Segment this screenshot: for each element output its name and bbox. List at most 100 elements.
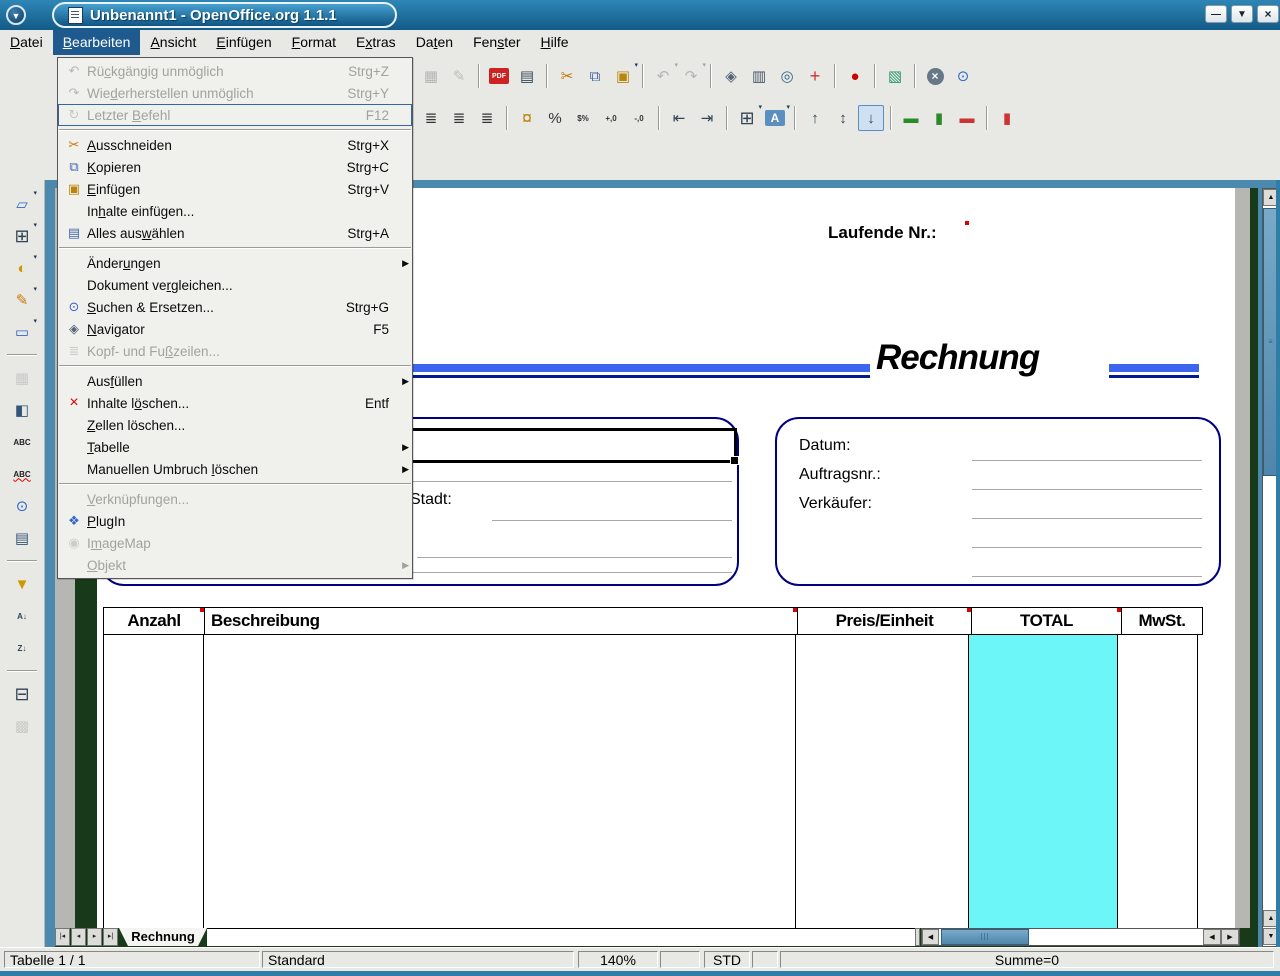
insert-graphics-icon[interactable]: ▧ xyxy=(882,63,908,89)
menu-daten[interactable]: Daten xyxy=(406,30,463,55)
save-icon[interactable]: ▦ xyxy=(418,63,444,89)
menu-item-nderungen[interactable]: Änderungen▶ xyxy=(58,252,412,274)
status-zoom-level[interactable]: 140% xyxy=(578,951,658,968)
menu-fenster[interactable]: Fenster xyxy=(463,30,530,55)
menu-item-suchen-ersetzen[interactable]: ⊙Suchen & Ersetzen...Strg+G xyxy=(58,296,412,318)
menu-ansicht[interactable]: Ansicht xyxy=(140,30,206,55)
sheet-tab-rechnung[interactable]: Rechnung xyxy=(119,928,207,946)
merge-cells-icon[interactable]: ▮ xyxy=(994,105,1020,131)
menu-hilfe[interactable]: Hilfe xyxy=(531,30,579,55)
tab-scroll-splitter[interactable] xyxy=(915,928,920,946)
menu-item-dokument-vergleichen[interactable]: Dokument vergleichen... xyxy=(58,274,412,296)
menu-item-einf-gen[interactable]: ▣EinfügenStrg+V xyxy=(58,178,412,200)
align-right-icon[interactable]: ≣ xyxy=(446,105,472,131)
remove-decimal-icon[interactable]: -,0 xyxy=(626,105,652,131)
insert-row-icon[interactable]: ▬ xyxy=(898,105,924,131)
sort-descending-icon[interactable]: Z↓ xyxy=(9,635,35,661)
align-center-icon[interactable]: ≣ xyxy=(418,105,444,131)
navigator-icon[interactable]: ◈ xyxy=(718,63,744,89)
increase-indent-icon[interactable]: ⇥ xyxy=(694,105,720,131)
stylist-icon[interactable]: ▥ xyxy=(746,63,772,89)
autofilter-icon[interactable]: ▼ xyxy=(9,571,35,597)
datasources-icon[interactable]: ▤ xyxy=(9,525,35,551)
decrease-indent-icon[interactable]: ⇤ xyxy=(666,105,692,131)
find-icon[interactable]: ⊙ xyxy=(9,493,35,519)
menu-item-ausschneiden[interactable]: ✂AusschneidenStrg+X xyxy=(58,134,412,156)
menu-item-inhalte-einf-gen[interactable]: Inhalte einfügen... xyxy=(58,200,412,222)
dropdown-arrow-icon[interactable]: ▾ xyxy=(786,103,790,111)
align-justify-icon[interactable]: ≣ xyxy=(474,105,500,131)
window-menu-button[interactable]: ▼ xyxy=(6,5,26,25)
redo-icon[interactable]: ↷▾ xyxy=(678,63,704,89)
last-sheet-icon[interactable]: ▸| xyxy=(103,928,118,946)
form-controls-icon[interactable]: ▭▾ xyxy=(9,319,35,345)
themes-icon[interactable]: ◧ xyxy=(9,397,35,423)
refresh-icon[interactable]: ▩ xyxy=(9,713,35,739)
menu-extras[interactable]: Extras xyxy=(346,30,406,55)
menu-datei[interactable]: Datei xyxy=(0,30,53,55)
minimize-button[interactable]: — xyxy=(1205,5,1227,23)
export-pdf-icon[interactable]: PDF xyxy=(486,63,512,89)
menu-item-alles-ausw-hlen[interactable]: ▤Alles auswählenStrg+A xyxy=(58,222,412,244)
menu-item-tabelle[interactable]: Tabelle▶ xyxy=(58,436,412,458)
menu-item-kopieren[interactable]: ⧉KopierenStrg+C xyxy=(58,156,412,178)
currency-icon[interactable]: ¤ xyxy=(514,105,540,131)
menu-format[interactable]: Format xyxy=(282,30,346,55)
dropdown-arrow-icon[interactable]: ▾ xyxy=(33,221,37,229)
edit-file-icon[interactable]: ✎ xyxy=(446,63,472,89)
horizontal-scroll-thumb[interactable]: ||| xyxy=(941,929,1029,945)
dropdown-arrow-icon[interactable]: ▾ xyxy=(33,189,37,197)
dropdown-arrow-icon[interactable]: ▾ xyxy=(33,317,37,325)
autoformat-icon[interactable]: ▦ xyxy=(9,365,35,391)
horizontal-scrollbar[interactable]: ◀ ||| ◀ ▶ xyxy=(921,928,1240,946)
insert-column-icon[interactable]: ▮ xyxy=(926,105,952,131)
dropdown-arrow-icon[interactable]: ▾ xyxy=(634,61,638,69)
dropdown-arrow-icon[interactable]: ▾ xyxy=(702,61,706,69)
print-icon[interactable]: ▤ xyxy=(514,63,540,89)
menu-item-manuellen-umbruch-l-schen[interactable]: Manuellen Umbruch löschen▶ xyxy=(58,458,412,480)
undo-icon[interactable]: ↶▾ xyxy=(650,63,676,89)
delete-row-icon[interactable]: ▬ xyxy=(954,105,980,131)
background-color-icon[interactable]: A▾ xyxy=(762,105,788,131)
dropdown-arrow-icon[interactable]: ▾ xyxy=(33,253,37,261)
spellcheck-icon[interactable]: ABC xyxy=(9,429,35,455)
add-decimal-icon[interactable]: +,0 xyxy=(598,105,624,131)
draw-functions-icon[interactable]: ✎▾ xyxy=(9,287,35,313)
close-button[interactable]: × xyxy=(1257,5,1279,23)
zoom-page-icon[interactable]: + xyxy=(802,63,828,89)
insert-chart-icon[interactable]: ◐▾ xyxy=(9,255,35,281)
insert-icon[interactable]: ▱▾ xyxy=(9,191,35,217)
menu-bearbeiten[interactable]: Bearbeiten xyxy=(53,30,141,55)
sort-ascending-icon[interactable]: A↓ xyxy=(9,603,35,629)
autospellcheck-icon[interactable]: ABC xyxy=(9,461,35,487)
menu-item-plugin[interactable]: ❖PlugIn xyxy=(58,510,412,532)
menu-item-ausf-llen[interactable]: Ausfüllen▶ xyxy=(58,370,412,392)
menu-einf-gen[interactable]: Einfügen xyxy=(206,30,281,55)
menu-item-inhalte-l-schen[interactable]: ×Inhalte löschen...Entf xyxy=(58,392,412,414)
percent-icon[interactable]: % xyxy=(542,105,568,131)
paste-icon[interactable]: ▣▾ xyxy=(610,63,636,89)
dropdown-arrow-icon[interactable]: ▾ xyxy=(33,285,37,293)
align-bottom-icon[interactable]: ↓ xyxy=(858,105,884,131)
scroll-right-icon[interactable]: ▶ xyxy=(1221,929,1239,945)
standard-format-icon[interactable]: $% xyxy=(570,105,596,131)
group-icon[interactable]: ⊟ xyxy=(9,681,35,707)
first-sheet-icon[interactable]: |◂ xyxy=(55,928,70,946)
previous-sheet-icon[interactable]: ◂ xyxy=(71,928,86,946)
cut-icon[interactable]: ✂ xyxy=(554,63,580,89)
record-macro-icon[interactable]: ● xyxy=(842,63,868,89)
status-selection-mode[interactable]: STD xyxy=(704,951,750,968)
insert-cells-icon[interactable]: ⊞▾ xyxy=(9,223,35,249)
preview-icon[interactable]: ⊙ xyxy=(950,63,976,89)
copy-icon[interactable]: ⧉ xyxy=(582,63,608,89)
stop-icon[interactable]: × xyxy=(922,63,948,89)
gallery-icon[interactable]: ◎ xyxy=(774,63,800,89)
scroll-split-left-icon[interactable]: ◀ xyxy=(1203,929,1221,945)
next-sheet-icon[interactable]: ▸ xyxy=(87,928,102,946)
borders-icon[interactable]: ⊞▾ xyxy=(734,105,760,131)
align-top-icon[interactable]: ↑ xyxy=(802,105,828,131)
menu-item-zellen-l-schen[interactable]: Zellen löschen... xyxy=(58,414,412,436)
menu-item-navigator[interactable]: ◈NavigatorF5 xyxy=(58,318,412,340)
maximize-button[interactable]: ▼ xyxy=(1231,5,1253,23)
scroll-left-icon[interactable]: ◀ xyxy=(922,929,939,945)
